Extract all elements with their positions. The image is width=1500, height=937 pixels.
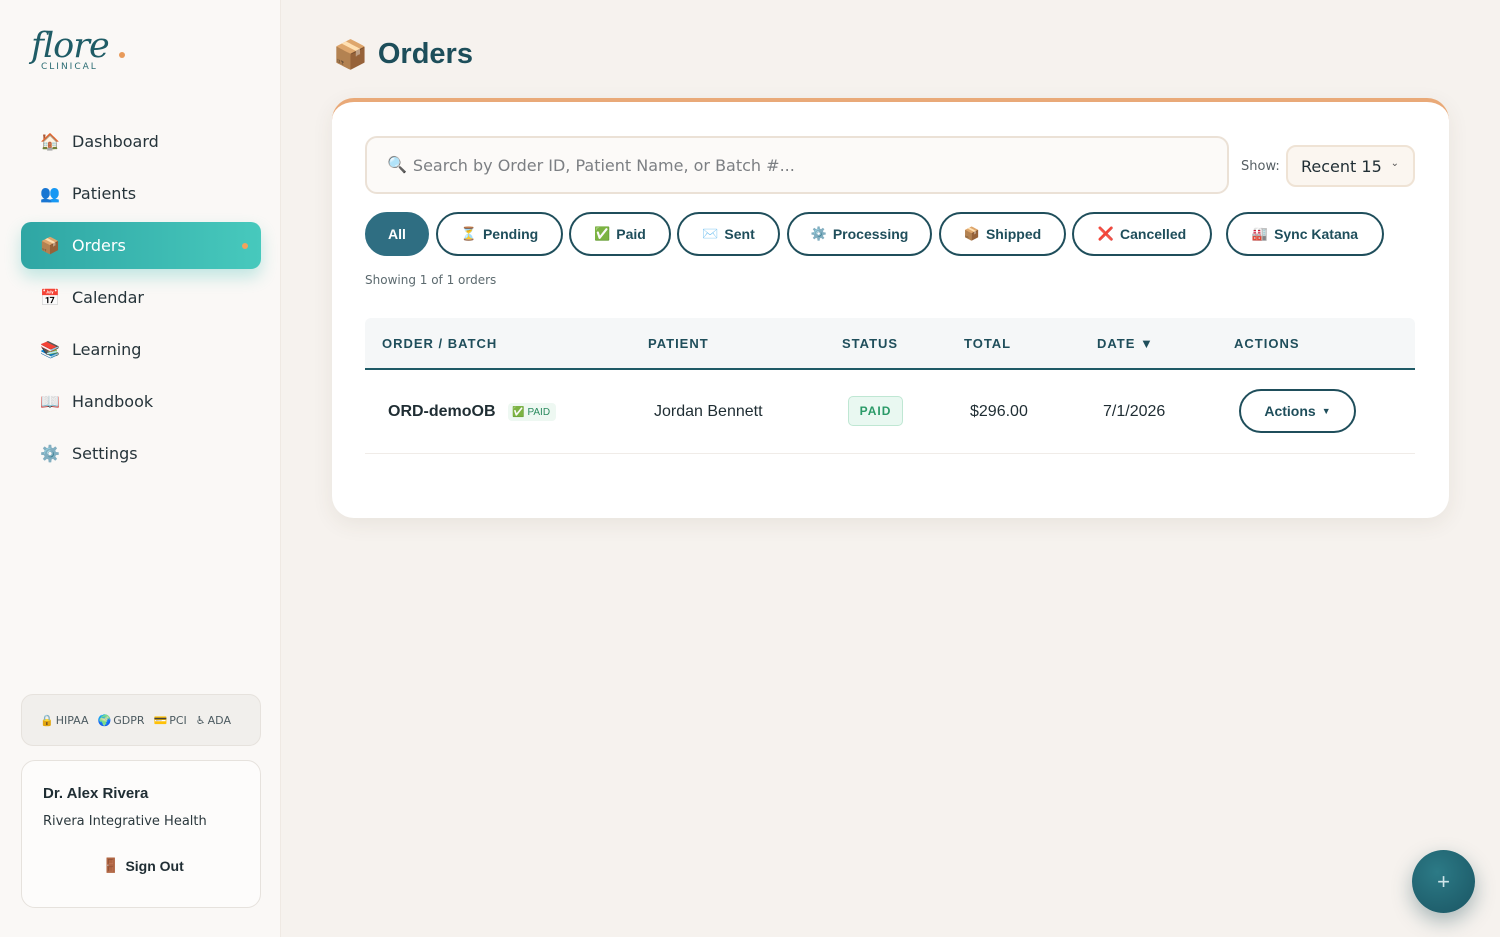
caret-down-icon: ▼	[1321, 406, 1331, 416]
user-card: Dr. Alex Rivera Rivera Integrative Healt…	[21, 760, 261, 908]
orders-card: 🔍 Show: Recent 15 ⌄ All ⏳ Pending ✅ Paid…	[332, 98, 1449, 518]
filter-processing[interactable]: ⚙️ Processing	[787, 212, 932, 256]
sidebar-item-label: Handbook	[72, 392, 154, 411]
column-header-patient[interactable]: PATIENT	[648, 336, 709, 351]
compliance-gdpr: 🌍 GDPR	[97, 713, 145, 727]
user-name: Dr. Alex Rivera	[43, 785, 149, 802]
sidebar-item-label: Patients	[72, 184, 137, 203]
table-header: ORDER / BATCH PATIENT STATUS TOTAL DATE …	[365, 318, 1415, 370]
column-header-order[interactable]: ORDER / BATCH	[382, 336, 497, 351]
user-organization: Rivera Integrative Health	[43, 814, 207, 829]
credit-card-icon: 💳	[153, 713, 168, 727]
order-date: 7/1/2026	[1103, 403, 1166, 420]
hourglass-icon: ⏳	[460, 226, 477, 241]
logo-dot	[119, 52, 125, 58]
sign-out-label: Sign Out	[125, 857, 184, 874]
column-header-status[interactable]: STATUS	[842, 336, 898, 351]
column-header-date[interactable]: DATE ▼	[1097, 336, 1154, 351]
lock-icon: 🔒	[40, 713, 54, 727]
filter-label: Sync Katana	[1274, 226, 1359, 242]
sidebar-nav: 🏠 Dashboard 👥 Patients 📦 Orders 📅 Calend…	[21, 118, 261, 482]
book-icon: 📖	[40, 393, 60, 411]
filter-label: Cancelled	[1120, 226, 1187, 242]
status-badge: PAID	[848, 396, 903, 426]
sidebar-item-label: Calendar	[72, 288, 144, 307]
sidebar-item-learning[interactable]: 📚 Learning	[21, 326, 261, 373]
sign-out-button[interactable]: 🚪 Sign Out	[102, 857, 184, 874]
gear-icon: ⚙️	[40, 445, 60, 463]
filter-label: Sent	[724, 226, 755, 242]
sidebar-item-patients[interactable]: 👥 Patients	[21, 170, 261, 217]
users-icon: 👥	[40, 185, 60, 203]
actions-dropdown-button[interactable]: Actions ▼	[1239, 389, 1356, 433]
house-icon: 🏠	[40, 133, 60, 151]
sidebar-item-orders[interactable]: 📦 Orders	[21, 222, 261, 269]
column-header-total[interactable]: TOTAL	[964, 336, 1011, 351]
package-icon: 📦	[40, 237, 60, 255]
compliance-badges: 🔒 HIPAA 🌍 GDPR 💳 PCI ♿ ADA	[21, 694, 261, 746]
check-icon: ✅	[512, 406, 525, 418]
check-icon: ✅	[594, 226, 611, 241]
show-count-value: Recent 15	[1301, 156, 1382, 176]
gear-icon: ⚙️	[810, 226, 827, 241]
plus-icon: +	[1437, 868, 1450, 894]
table-row[interactable]: ORD-demoOB ✅ PAID Jordan Bennett PAID $2…	[365, 372, 1415, 454]
logo[interactable]: flore CLINICAL	[31, 28, 125, 72]
sidebar-item-label: Learning	[72, 340, 142, 359]
filter-pending[interactable]: ⏳ Pending	[436, 212, 563, 256]
payment-badge: ✅ PAID	[508, 403, 557, 421]
filter-paid[interactable]: ✅ Paid	[569, 212, 671, 256]
sidebar: flore CLINICAL 🏠 Dashboard 👥 Patients 📦 …	[0, 0, 281, 937]
sidebar-item-label: Orders	[72, 236, 126, 255]
filter-label: Shipped	[985, 226, 1042, 242]
order-total: $296.00	[970, 403, 1028, 420]
filter-label: Processing	[832, 226, 909, 242]
show-label: Show:	[1241, 159, 1280, 174]
filter-label: All	[388, 226, 406, 242]
sidebar-item-label: Dashboard	[72, 132, 159, 151]
column-header-actions: ACTIONS	[1234, 336, 1300, 351]
door-icon: 🚪	[102, 857, 120, 873]
sidebar-item-dashboard[interactable]: 🏠 Dashboard	[21, 118, 261, 165]
package-icon: 📦	[333, 39, 368, 70]
filter-cancelled[interactable]: ❌ Cancelled	[1072, 212, 1212, 256]
compliance-ada: ♿ ADA	[195, 713, 231, 727]
logo-text: flore	[31, 26, 110, 66]
sidebar-item-label: Settings	[72, 444, 138, 463]
filter-sent[interactable]: ✉️ Sent	[677, 212, 780, 256]
sidebar-item-settings[interactable]: ⚙️ Settings	[21, 430, 261, 477]
order-id[interactable]: ORD-demoOB	[388, 403, 496, 421]
chevron-down-icon: ⌄	[1390, 158, 1399, 169]
filter-label: Paid	[616, 226, 646, 242]
filter-shipped[interactable]: 📦 Shipped	[939, 212, 1066, 256]
search-icon: 🔍	[387, 157, 407, 174]
page-title: 📦 Orders	[333, 38, 473, 71]
logo-subtitle: CLINICAL	[41, 62, 98, 72]
search-input[interactable]	[412, 155, 1193, 175]
filter-label: Pending	[482, 226, 539, 242]
sidebar-item-handbook[interactable]: 📖 Handbook	[21, 378, 261, 425]
add-button[interactable]: +	[1412, 850, 1475, 913]
filter-all[interactable]: All	[365, 212, 429, 256]
results-count: Showing 1 of 1 orders	[365, 273, 497, 287]
patient-name[interactable]: Jordan Bennett	[654, 403, 763, 421]
calendar-icon: 📅	[40, 289, 60, 307]
actions-label: Actions	[1264, 403, 1316, 419]
search-box[interactable]: 🔍	[365, 136, 1229, 194]
envelope-icon: ✉️	[702, 226, 719, 241]
compliance-hipaa: 🔒 HIPAA	[40, 713, 89, 727]
accessibility-icon: ♿	[195, 713, 206, 727]
package-icon: 📦	[963, 226, 980, 241]
books-icon: 📚	[40, 341, 60, 359]
active-indicator-dot	[242, 243, 248, 249]
cross-icon: ❌	[1097, 226, 1115, 241]
sync-katana-button[interactable]: 🏭 Sync Katana	[1226, 212, 1384, 256]
show-count-select[interactable]: Recent 15 ⌄	[1286, 145, 1415, 187]
compliance-pci: 💳 PCI	[153, 713, 187, 727]
page-title-text: Orders	[377, 38, 473, 70]
sidebar-item-calendar[interactable]: 📅 Calendar	[21, 274, 261, 321]
factory-icon: 🏭	[1251, 226, 1269, 241]
globe-icon: 🌍	[97, 713, 112, 727]
